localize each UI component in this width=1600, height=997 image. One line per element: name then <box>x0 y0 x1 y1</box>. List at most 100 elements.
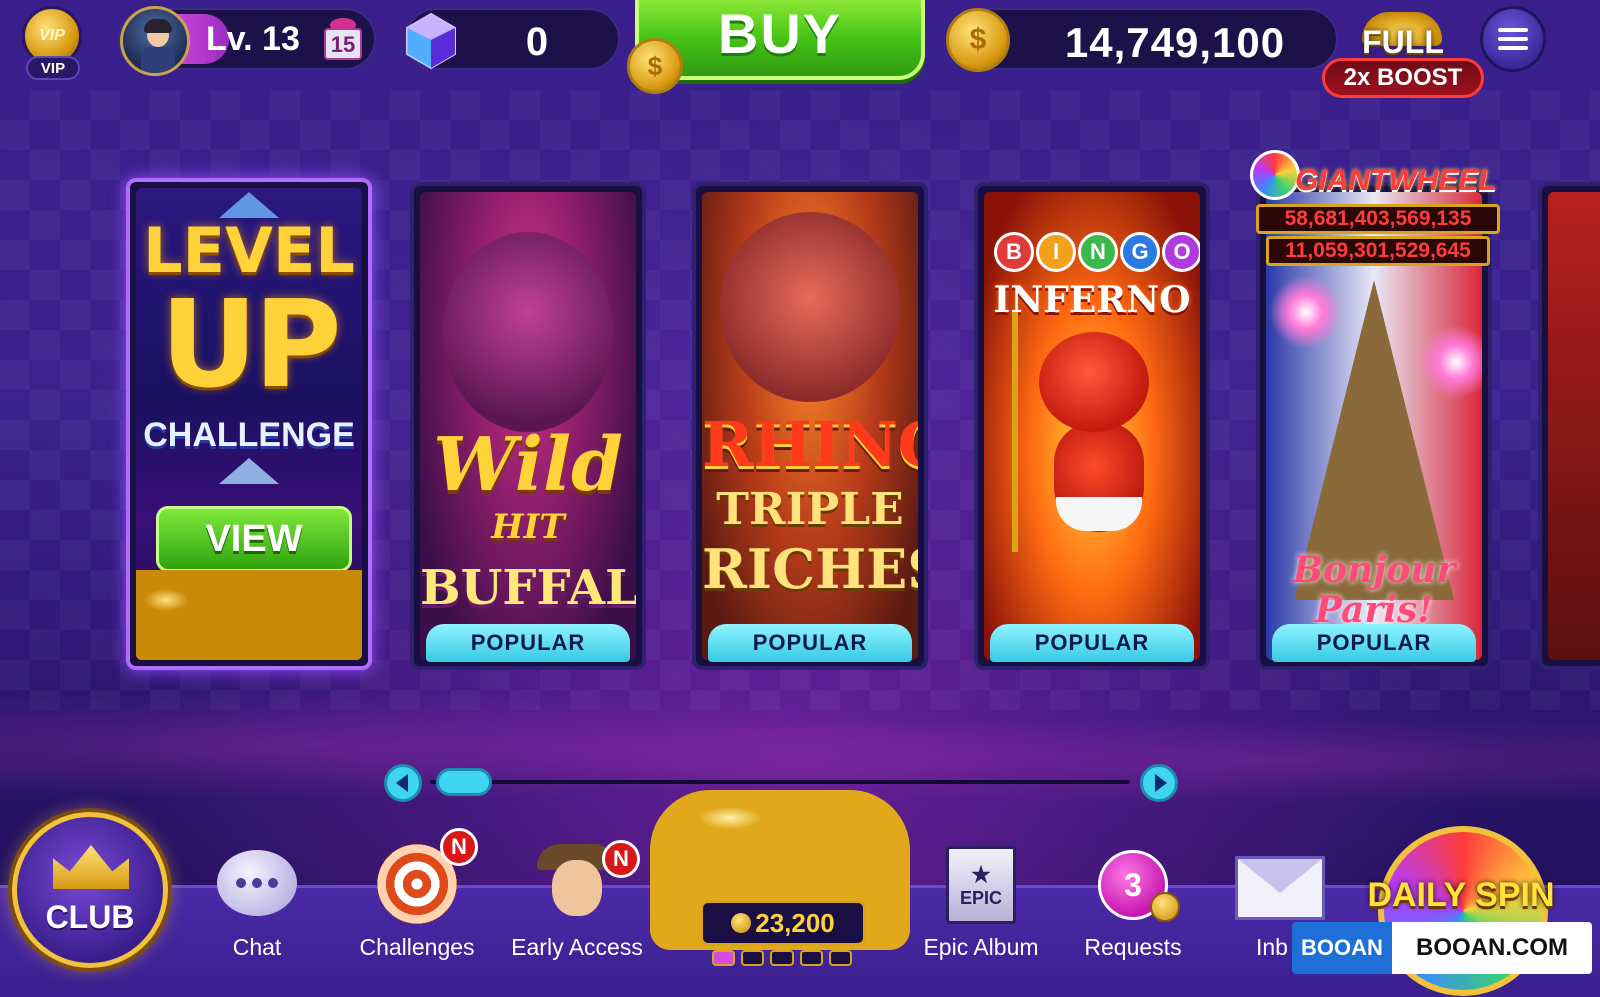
devil-diaper-image <box>1056 497 1142 531</box>
level-up-line2: UP <box>160 276 341 415</box>
envelope-icon <box>1235 856 1325 920</box>
requests-label: Requests <box>1084 934 1182 960</box>
rhino-title-2: TRIPLE <box>716 484 904 535</box>
chevron-right-icon <box>1154 774 1167 792</box>
boost-label: 2x BOOST <box>1322 58 1484 98</box>
giant-wheel-jackpot[interactable]: GIANTWHEEL 58,681,403,569,135 11,059,301… <box>1250 150 1500 266</box>
coin-icon <box>1150 892 1180 922</box>
requests-button[interactable]: 3 Requests <box>1058 840 1208 990</box>
epic-album-label: Epic Album <box>923 934 1039 960</box>
giant-wheel-title: GIANTWHEEL <box>1295 164 1497 197</box>
dot <box>252 878 262 888</box>
buffalo-title-3: BUFFALO <box>420 560 636 616</box>
dot <box>268 878 278 888</box>
challenges-label: Challenges <box>359 934 475 960</box>
club-button[interactable]: CLUB <box>12 812 168 968</box>
coin-count: 14,749,100 <box>1064 19 1286 66</box>
buffalo-title-1: Wild <box>433 422 623 508</box>
popular-badge: POPULAR <box>1272 624 1476 662</box>
jackpot-2: 11,059,301,529,645 <box>1266 236 1490 266</box>
boost-indicator[interactable]: FULL 2x BOOST <box>1322 4 1484 98</box>
bingo-ball: N <box>1078 232 1118 272</box>
bingo-ball: I <box>1036 232 1076 272</box>
explorer-icon <box>552 860 602 916</box>
bingo-ball: O <box>1162 232 1200 272</box>
paris-title-2: Paris! <box>1314 589 1434 631</box>
buffalo-title-2: HIT <box>491 507 565 547</box>
new-badge: N <box>602 840 640 878</box>
avatar-body <box>141 47 175 73</box>
gem-count: 0 <box>525 20 549 64</box>
popular-badge: POPULAR <box>708 624 912 662</box>
view-button[interactable]: VIEW <box>156 506 352 572</box>
daily-spin-label: DAILY SPIN <box>1367 876 1555 914</box>
watermark-right: BOOAN.COM <box>1392 922 1592 974</box>
early-access-button[interactable]: N Early Access <box>502 840 652 990</box>
popular-badge: POPULAR <box>426 624 630 662</box>
jackpot-1: 58,681,403,569,135 <box>1256 204 1500 234</box>
gift-icon[interactable]: 15 <box>320 16 366 64</box>
avatar-hair <box>144 19 172 33</box>
wild-hit-buffalo-card[interactable]: Wild HIT BUFFALO POPULAR <box>410 182 646 670</box>
top-bar: VIP VIP Lv. 13 15 0 BUY $ $ 14,749,100 F… <box>0 0 1600 100</box>
arrow-up-icon <box>219 458 279 484</box>
pager-thumb[interactable] <box>436 768 492 796</box>
menu-button[interactable] <box>1480 6 1546 72</box>
watermark-logo: BOOAN BOOAN.COM <box>1292 922 1592 974</box>
bingo-ball: G <box>1120 232 1160 272</box>
trident-image <box>1012 312 1018 552</box>
gem-balance[interactable]: 0 <box>405 8 620 70</box>
vip-label: VIP <box>26 56 80 80</box>
menu-line <box>1498 37 1528 41</box>
coin-icon: $ <box>946 8 1010 72</box>
bingo-art: B I N G O INFERNO <box>984 192 1200 660</box>
gem-icon <box>401 10 461 72</box>
buffalo-art: Wild HIT BUFFALO <box>420 192 636 660</box>
progress-dot <box>828 950 853 966</box>
devil-head-image <box>1039 332 1149 432</box>
album-icon: ★ EPIC <box>946 846 1016 924</box>
crown-icon <box>53 845 129 889</box>
next-game-art <box>1548 192 1600 660</box>
rhino-title-1: RHINO <box>702 408 918 481</box>
menu-line <box>1498 46 1528 50</box>
gift-count: 15 <box>330 32 356 57</box>
level-display[interactable]: Lv. 13 15 <box>118 6 376 76</box>
level-up-art: LEVEL UP CHALLENGE VIEW <box>136 188 362 660</box>
new-badge: N <box>440 828 478 866</box>
offer-progress <box>712 950 853 970</box>
progress-dot <box>799 950 823 966</box>
coin-icon <box>731 913 752 933</box>
chat-label: Chat <box>232 934 282 960</box>
coin-offer-amount: 23,200 <box>755 907 835 938</box>
rhino-image <box>720 212 900 402</box>
level-up-line3: CHALLENGE <box>143 416 355 454</box>
star-icon: ★ <box>971 861 991 887</box>
early-access-label: Early Access <box>511 934 643 960</box>
rhino-title-3: RICHES <box>702 537 918 601</box>
boost-full-label: FULL <box>1362 24 1444 60</box>
level-up-challenge-card[interactable]: LEVEL UP CHALLENGE VIEW <box>126 178 372 670</box>
progress-dot <box>741 950 765 966</box>
player-avatar[interactable] <box>120 6 190 76</box>
menu-line <box>1498 28 1528 32</box>
challenges-button[interactable]: N Challenges <box>342 828 492 990</box>
chevron-left-icon <box>395 774 408 792</box>
chat-bubble-icon <box>217 850 297 916</box>
chat-button[interactable]: Chat <box>182 840 332 990</box>
epic-icon-label: EPIC <box>959 887 1002 908</box>
popular-badge: POPULAR <box>990 624 1194 662</box>
bingo-inferno-card[interactable]: B I N G O INFERNO POPULAR <box>974 182 1210 670</box>
level-label: Lv. 13 <box>206 20 300 58</box>
coin-balance[interactable]: $ 14,749,100 <box>946 8 1338 72</box>
pager-track[interactable] <box>430 780 1130 784</box>
coin-offer-button[interactable]: 23,200 <box>700 900 866 946</box>
rhino-triple-riches-card[interactable]: RHINO TRIPLE RICHES POPULAR <box>692 182 928 670</box>
coin-pile-image <box>136 570 362 660</box>
epic-album-button[interactable]: ★ EPIC Epic Album <box>906 840 1056 990</box>
next-arrow-button[interactable] <box>1140 764 1178 802</box>
prev-arrow-button[interactable] <box>384 764 422 802</box>
next-game-card[interactable] <box>1538 182 1600 670</box>
rhino-art: RHINO TRIPLE RICHES <box>702 192 918 660</box>
vip-button[interactable]: VIP VIP <box>18 6 88 80</box>
